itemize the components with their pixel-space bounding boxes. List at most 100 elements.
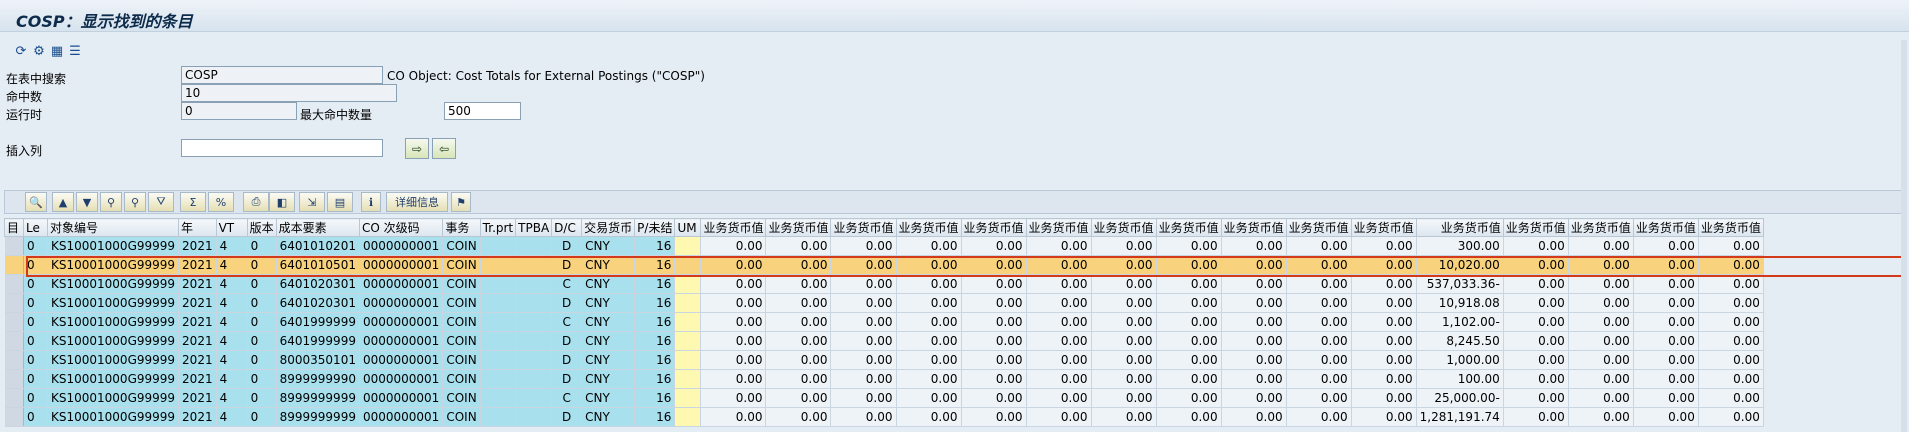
cell-p: 16 [634,293,676,313]
cell-ver: 0 [247,407,277,427]
column-header[interactable]: 业务货币值 [830,218,897,237]
cell-amount: 1,102.00- [1416,312,1504,332]
cell-co: 0000000001 [359,388,444,408]
column-header[interactable]: 业务货币值 [1155,218,1222,237]
cell-amount: 0.00 [1503,388,1569,408]
column-header[interactable]: CO 次级码 [358,218,444,237]
config-icon[interactable]: ▦ [48,42,66,60]
cell-amount: 0.00 [961,312,1027,332]
vertical-scrollbar[interactable] [1901,40,1907,432]
table-row[interactable]: 0 KS10001000G99999 2021 4 0 6401020301 0000000… [4,274,1764,294]
cell-amount: 0.00 [700,407,767,427]
table-name-field[interactable]: COSP [181,66,383,84]
cell-amount: 0.00 [1568,255,1634,275]
cell-amount: 0.00 [1698,369,1764,389]
column-header[interactable]: 业务货币值 [1502,218,1569,237]
flag-button[interactable]: ⚑ [451,192,471,212]
table-row[interactable]: 0 KS10001000G99999 2021 4 0 6401999999 0000000… [4,331,1764,351]
row-selector[interactable] [4,350,24,370]
row-selector[interactable] [4,274,24,294]
sort-ascending-button[interactable]: ▲ [52,192,74,212]
table-row[interactable]: 0 KS10001000G99999 2021 4 0 6401010201 0000000… [4,236,1764,256]
column-header[interactable]: TPBA [515,218,553,237]
sum-button[interactable]: Σ [180,192,206,212]
column-header[interactable]: 事务 [442,218,481,237]
table-row[interactable]: 0 KS10001000G99999 2021 4 0 8000350101 0000000… [4,350,1764,370]
column-header[interactable]: 业务货币值 [1025,218,1092,237]
table-row[interactable]: 0 KS10001000G99999 2021 4 0 6401020301 0000000… [4,293,1764,313]
details-button[interactable]: 详细信息 [386,192,448,212]
column-header[interactable]: 业务货币值 [960,218,1027,237]
column-header[interactable]: 业务货币值 [1220,218,1287,237]
column-header[interactable]: 业务货币值 [1567,218,1634,237]
remove-column-button[interactable]: ⇦ [432,138,456,159]
row-selector[interactable] [4,236,24,256]
table-row[interactable]: 0 KS10001000G99999 2021 4 0 6401999999 0000000… [4,312,1764,332]
subtotal-button[interactable]: % [208,192,234,212]
find-button[interactable]: ⚲ [100,192,122,212]
row-selector[interactable] [4,293,24,313]
max-hits-field[interactable]: 500 [444,102,521,120]
cell-p: 16 [634,331,676,351]
table-row[interactable]: 0 KS10001000G99999 2021 4 0 8999999999 0000000… [4,407,1764,427]
column-header[interactable]: D/C [551,218,583,237]
cell-amount: 0.00 [1503,312,1569,332]
select-all-header[interactable]: 目 [4,218,24,237]
cell-co: 0000000001 [359,369,444,389]
filter-button[interactable]: ⛛ [148,192,174,212]
column-header[interactable]: UM [674,218,702,237]
column-header[interactable]: 业务货币值 [895,218,962,237]
cell-amount: 0.00 [1351,312,1417,332]
cell-amount: 0.00 [1091,331,1157,351]
export-button[interactable]: ⇲ [299,192,325,212]
cell-amount: 0.00 [1633,407,1699,427]
column-header[interactable]: 成本要素 [275,218,360,237]
cell-amount: 0.00 [1026,274,1092,294]
row-selector[interactable] [4,331,24,351]
column-header[interactable]: 业务货币值 [1090,218,1157,237]
find-next-button[interactable]: ⚲ [124,192,146,212]
detail-view-button[interactable]: 🔍 [25,192,47,212]
column-header[interactable]: 业务货币值 [1285,218,1352,237]
row-selector[interactable] [4,255,24,275]
insert-column-field[interactable] [181,139,383,157]
cell-amount: 0.00 [1568,331,1634,351]
table-row[interactable]: 0 KS10001000G99999 2021 4 0 6401010501 0000000… [4,255,1764,275]
column-header[interactable]: 业务货币值 [1632,218,1699,237]
column-header[interactable]: 业务货币值 [765,218,832,237]
views-button[interactable]: ◧ [269,192,295,212]
table-row[interactable]: 0 KS10001000G99999 2021 4 0 8999999999 0000000… [4,388,1764,408]
sort-descending-button[interactable]: ▼ [76,192,98,212]
column-header[interactable]: 业务货币值 [1415,218,1504,237]
cell-amount: 0.00 [896,274,962,294]
list-icon[interactable]: ☰ [66,42,84,60]
column-header[interactable]: 版本 [246,218,277,237]
layout-button[interactable]: ▤ [327,192,353,212]
column-header[interactable]: 业务货币值 [1697,218,1764,237]
row-selector[interactable] [4,312,24,332]
cell-trprt [480,312,517,332]
cell-ce: 6401999999 [276,331,360,351]
column-header[interactable]: P/未结 [634,218,676,237]
cell-co: 0000000001 [359,274,444,294]
row-selector[interactable] [4,369,24,389]
column-header[interactable]: 交易货币 [581,218,636,237]
table-row[interactable]: 0 KS10001000G99999 2021 4 0 8999999990 0000000… [4,369,1764,389]
column-header[interactable]: 业务货币值 [700,218,767,237]
info-button[interactable]: ℹ [361,192,381,212]
row-selector[interactable] [4,388,24,408]
column-header[interactable]: 年 [178,218,217,237]
cell-year: 2021 [178,236,217,256]
cell-amount: 0.00 [1221,274,1287,294]
cell-amount: 0.00 [830,369,897,389]
refresh-icon[interactable]: ⟳ [12,42,30,60]
settings-icon[interactable]: ⚙ [30,42,48,60]
column-header[interactable]: VT [215,218,248,237]
column-header[interactable]: Tr.prt [479,218,517,237]
column-header[interactable]: Le [23,218,48,237]
column-header[interactable]: 业务货币值 [1350,218,1417,237]
print-button[interactable]: ⎙ [243,192,269,212]
insert-column-button[interactable]: ⇨ [405,138,429,159]
row-selector[interactable] [4,407,24,427]
column-header[interactable]: 对象编号 [46,218,180,237]
